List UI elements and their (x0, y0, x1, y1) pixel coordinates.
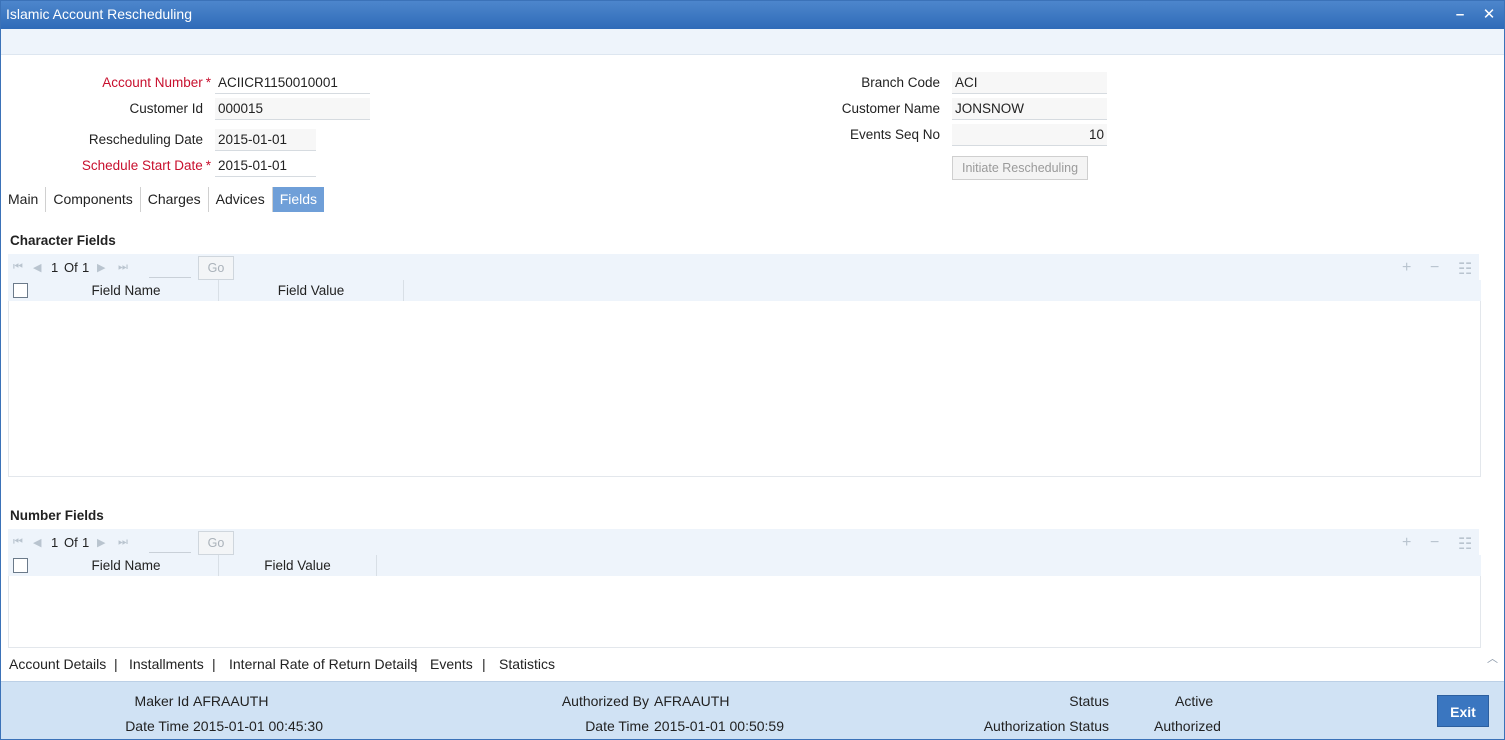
tab-components[interactable]: Components (46, 187, 141, 212)
single-view-icon[interactable]: ☷ (1458, 259, 1472, 279)
irr-details-link[interactable]: Internal Rate of Return Details (229, 656, 417, 672)
link-separator: | (414, 656, 418, 672)
exit-button[interactable]: Exit (1437, 695, 1489, 727)
initiate-rescheduling-button[interactable]: Initiate Rescheduling (952, 156, 1088, 180)
toolbar-strip (1, 29, 1504, 55)
branch-code-field[interactable] (952, 72, 1107, 94)
first-page-icon[interactable]: ⏮ (13, 261, 23, 274)
customer-name-field[interactable] (952, 98, 1107, 120)
tab-advices[interactable]: Advices (209, 187, 273, 212)
authorized-by-value: AFRAAUTH (654, 693, 730, 709)
rescheduling-date-field[interactable] (215, 129, 316, 151)
statistics-link[interactable]: Statistics (499, 656, 555, 672)
maker-id-value: AFRAAUTH (193, 693, 269, 709)
tab-bar: Main Components Charges Advices Fields (1, 187, 325, 212)
last-page-icon[interactable]: ⏭ (118, 536, 128, 549)
scroll-up-icon[interactable]: ︿ (1487, 650, 1498, 666)
page-number-input[interactable] (149, 533, 191, 553)
current-page: 1 (51, 260, 59, 275)
column-header-field-value[interactable]: Field Value (219, 555, 377, 577)
minimize-icon[interactable]: – (1450, 5, 1470, 25)
go-button[interactable]: Go (198, 531, 234, 555)
add-row-icon[interactable]: + (1402, 534, 1411, 552)
of-label: Of (64, 260, 78, 275)
number-fields-grid (8, 576, 1481, 648)
single-view-icon[interactable]: ☷ (1458, 534, 1472, 554)
character-fields-header: Field Name Field Value (8, 280, 1481, 302)
maker-datetime-label: Date Time (125, 718, 189, 734)
authorization-status-label: Authorization Status (983, 718, 1109, 734)
app-window: Islamic Account Rescheduling – ✕ Account… (0, 0, 1505, 740)
link-separator: | (114, 656, 118, 672)
window-title: Islamic Account Rescheduling (6, 6, 192, 22)
character-fields-title: Character Fields (10, 233, 116, 248)
schedule-start-date-field[interactable] (215, 155, 316, 177)
next-page-icon[interactable]: ▶ (97, 261, 105, 274)
events-seq-no-field[interactable] (952, 124, 1107, 146)
character-fields-pager: ⏮ ◀ 1 Of 1 ▶ ⏭ Go + − ☷ (8, 254, 1479, 282)
authorized-by-label: Authorized By (561, 693, 649, 709)
column-header-field-name[interactable]: Field Name (34, 555, 219, 577)
installments-link[interactable]: Installments (129, 656, 204, 672)
go-button[interactable]: Go (198, 256, 234, 280)
account-number-label: Account Number * (102, 75, 211, 90)
account-details-link[interactable]: Account Details (9, 656, 106, 672)
customer-id-label: Customer Id (129, 101, 203, 116)
page-number-input[interactable] (149, 258, 191, 278)
maker-id-label: Maker Id (134, 693, 189, 709)
number-fields-title: Number Fields (10, 508, 104, 523)
status-value: Active (1175, 693, 1214, 709)
tab-charges[interactable]: Charges (141, 187, 209, 212)
number-fields-pager: ⏮ ◀ 1 Of 1 ▶ ⏭ Go + − ☷ (8, 529, 1479, 557)
delete-row-icon[interactable]: − (1430, 259, 1439, 277)
select-all-checkbox[interactable] (13, 283, 28, 298)
link-separator: | (482, 656, 486, 672)
account-number-field[interactable] (215, 72, 370, 94)
auth-datetime-value: 2015-01-01 00:50:59 (654, 718, 784, 734)
total-pages: 1 (82, 260, 90, 275)
events-link[interactable]: Events (430, 656, 473, 672)
delete-row-icon[interactable]: − (1430, 534, 1439, 552)
tab-main[interactable]: Main (1, 187, 47, 212)
last-page-icon[interactable]: ⏭ (118, 261, 128, 274)
rescheduling-date-label: Rescheduling Date (88, 132, 203, 147)
first-page-icon[interactable]: ⏮ (13, 536, 23, 549)
customer-id-field[interactable] (215, 98, 370, 120)
of-label: Of (64, 535, 78, 550)
prev-page-icon[interactable]: ◀ (33, 536, 41, 549)
schedule-start-date-label: Schedule Start Date * (81, 158, 211, 173)
current-page: 1 (51, 535, 59, 550)
number-fields-header: Field Name Field Value (8, 555, 1481, 577)
character-fields-grid (8, 301, 1481, 477)
authorization-status-value: Authorized (1154, 718, 1221, 734)
tab-fields[interactable]: Fields (272, 187, 325, 212)
customer-name-label: Customer Name (841, 101, 940, 116)
audit-footer: Maker Id AFRAAUTH Date Time 2015-01-01 0… (1, 681, 1504, 739)
next-page-icon[interactable]: ▶ (97, 536, 105, 549)
prev-page-icon[interactable]: ◀ (33, 261, 41, 274)
branch-code-label: Branch Code (861, 75, 940, 90)
select-all-checkbox[interactable] (13, 558, 28, 573)
link-separator: | (212, 656, 216, 672)
close-icon[interactable]: ✕ (1479, 5, 1499, 25)
events-seq-no-label: Events Seq No (849, 127, 940, 142)
status-label: Status (1069, 693, 1109, 709)
title-bar: Islamic Account Rescheduling – ✕ (1, 1, 1504, 29)
add-row-icon[interactable]: + (1402, 259, 1411, 277)
total-pages: 1 (82, 535, 90, 550)
column-header-field-value[interactable]: Field Value (219, 280, 404, 302)
maker-datetime-value: 2015-01-01 00:45:30 (193, 718, 323, 734)
column-header-field-name[interactable]: Field Name (34, 280, 219, 302)
bottom-link-bar: Account Details | Installments | Interna… (1, 649, 1504, 680)
auth-datetime-label: Date Time (585, 718, 649, 734)
